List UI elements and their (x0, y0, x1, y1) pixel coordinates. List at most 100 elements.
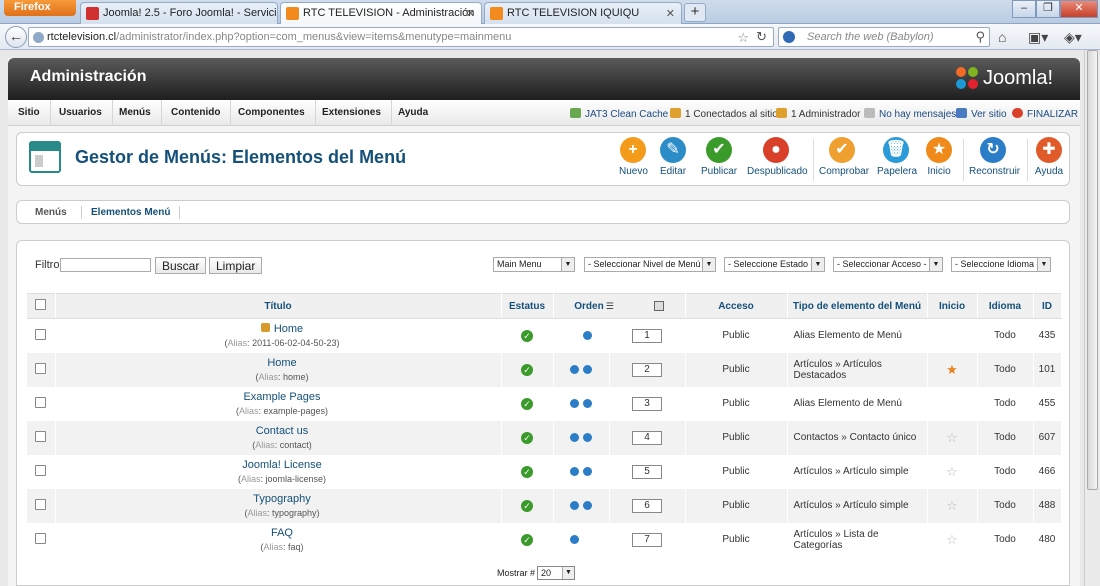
row-checkbox[interactable] (35, 396, 47, 408)
toolbar-menu-icon[interactable]: ▣▾ (1028, 29, 1048, 46)
site-identity-icon[interactable] (33, 32, 44, 43)
bookmark-star-icon[interactable]: ☆ (737, 30, 749, 46)
clean-cache-link[interactable]: JAT3 Clean Cache (570, 108, 668, 120)
row-checkbox[interactable] (35, 464, 47, 476)
item-title-link[interactable]: Typography (253, 493, 310, 505)
move-up-icon[interactable] (570, 398, 579, 408)
search-icon[interactable]: ⚲ (975, 29, 985, 45)
item-title-link[interactable]: Example Pages (243, 391, 320, 403)
browser-tab-iquique[interactable]: RTC TELEVISION IQUIQU ✕ (484, 2, 682, 24)
move-down-icon[interactable] (583, 432, 592, 442)
move-down-icon[interactable] (583, 331, 592, 341)
published-check-icon[interactable]: ✓ (521, 431, 533, 444)
published-check-icon[interactable]: ✓ (521, 499, 533, 512)
order-input[interactable]: 1 (632, 328, 662, 343)
menu-item-usuarios[interactable]: Usuarios (49, 100, 113, 126)
save-order-icon[interactable] (653, 300, 664, 311)
column-home[interactable]: Inicio (927, 293, 978, 319)
row-checkbox[interactable] (35, 498, 47, 510)
clear-button[interactable]: Limpiar (209, 257, 263, 274)
move-up-icon[interactable] (570, 534, 579, 544)
browser-tab-admin[interactable]: RTC TELEVISION - Administración ✕ (280, 2, 482, 25)
move-down-icon[interactable] (583, 500, 592, 510)
browser-tab-foro[interactable]: Joomla! 2.5 - Foro Joomla! - Servicios .… (80, 2, 278, 24)
view-site-link[interactable]: Ver sitio (956, 108, 1007, 120)
publish-button[interactable]: ✔ Publicar (701, 137, 737, 177)
new-button[interactable]: + Nuevo (619, 137, 648, 177)
search-button[interactable]: Buscar (155, 257, 207, 274)
rebuild-button[interactable]: ↻ Reconstruir (969, 137, 1020, 177)
row-checkbox[interactable] (35, 328, 47, 340)
language-select[interactable]: - Seleccione Idioma - ▼ (951, 257, 1051, 272)
messages-link[interactable]: No hay mensajes (864, 108, 956, 120)
filter-search-input[interactable] (60, 258, 151, 272)
submenu-menus[interactable]: Menús (35, 207, 67, 218)
menu-item-componentes[interactable]: Componentes (228, 100, 316, 126)
published-check-icon[interactable]: ✓ (521, 363, 533, 376)
item-title-link[interactable]: Home (274, 323, 303, 335)
unpublish-button[interactable]: ● Despublicado (747, 137, 808, 177)
close-window-button[interactable]: ✕ (1060, 0, 1098, 18)
column-access[interactable]: Acceso (685, 293, 788, 319)
access-select[interactable]: - Seleccionar Acceso - ▼ (833, 257, 943, 272)
home-icon[interactable]: ⌂ (998, 29, 1006, 45)
firefox-menu-button[interactable]: Firefox (4, 0, 76, 16)
published-check-icon[interactable]: ✓ (521, 397, 533, 410)
move-down-icon[interactable] (583, 466, 592, 476)
close-tab-icon[interactable]: ✕ (666, 7, 675, 20)
column-title[interactable]: Título (55, 293, 502, 319)
trash-button[interactable]: 🗑 Papelera (877, 137, 917, 177)
published-check-icon[interactable]: ✓ (521, 533, 533, 546)
logout-link[interactable]: FINALIZAR (1012, 108, 1078, 120)
default-home-star-icon[interactable]: ★ (946, 362, 958, 377)
set-home-star-icon[interactable]: ☆ (946, 532, 958, 547)
level-select[interactable]: - Seleccionar Nivel de Menú - ▼ (584, 257, 716, 272)
help-button[interactable]: ✚ Ayuda (1033, 137, 1065, 177)
minimize-window-button[interactable]: – (1012, 0, 1036, 18)
new-tab-button[interactable]: + (684, 3, 706, 22)
list-limit-select[interactable]: 20 ▼ (537, 566, 575, 580)
move-up-icon[interactable] (570, 500, 579, 510)
published-check-icon[interactable]: ✓ (521, 465, 533, 478)
order-input[interactable]: 4 (632, 430, 662, 445)
menu-item-extensiones[interactable]: Extensiones (312, 100, 392, 126)
submenu-menu-items[interactable]: Elementos Menú (91, 207, 170, 218)
move-up-icon[interactable] (570, 364, 579, 374)
row-checkbox[interactable] (35, 532, 47, 544)
addon-icon[interactable]: ◈▾ (1064, 29, 1082, 46)
page-scrollbar[interactable] (1084, 50, 1100, 586)
row-checkbox[interactable] (35, 430, 47, 442)
row-checkbox[interactable] (35, 362, 47, 374)
published-check-icon[interactable]: ✓ (521, 329, 533, 342)
search-engine-icon[interactable] (783, 31, 795, 43)
column-type[interactable]: Tipo de elemento del Menú (787, 293, 928, 319)
move-up-icon[interactable] (570, 432, 579, 442)
menu-item-sitio[interactable]: Sitio (8, 100, 51, 126)
item-title-link[interactable]: Contact us (256, 425, 309, 437)
home-button[interactable]: ★ Inicio (925, 137, 953, 177)
item-title-link[interactable]: Joomla! License (242, 459, 322, 471)
back-button[interactable]: ← (5, 26, 27, 48)
order-input[interactable]: 2 (632, 362, 662, 377)
order-input[interactable]: 5 (632, 464, 662, 479)
scrollbar-thumb[interactable] (1087, 50, 1098, 490)
column-language[interactable]: Idioma (977, 293, 1034, 319)
set-home-star-icon[interactable]: ☆ (946, 498, 958, 513)
edit-button[interactable]: ✎ Editar (659, 137, 687, 177)
checkin-button[interactable]: ✔ Comprobar (819, 137, 869, 177)
column-status[interactable]: Estatus (501, 293, 554, 319)
reload-icon[interactable]: ↻ (756, 29, 767, 45)
menu-select[interactable]: Main Menu ▼ (493, 257, 575, 272)
order-input[interactable]: 6 (632, 498, 662, 513)
set-home-star-icon[interactable]: ☆ (946, 464, 958, 479)
menu-item-menus[interactable]: Menús (109, 100, 162, 126)
url-bar[interactable]: rtctelevision.cl/administrator/index.php… (28, 27, 774, 47)
menu-item-contenido[interactable]: Contenido (161, 100, 232, 126)
move-down-icon[interactable] (583, 364, 592, 374)
order-input[interactable]: 7 (632, 532, 662, 547)
maximize-window-button[interactable]: ❐ (1036, 0, 1060, 18)
web-search-input[interactable]: Search the web (Babylon) ⚲ (778, 27, 990, 47)
order-input[interactable]: 3 (632, 396, 662, 411)
item-title-link[interactable]: FAQ (271, 527, 293, 539)
state-select[interactable]: - Seleccione Estado - ▼ (724, 257, 825, 272)
